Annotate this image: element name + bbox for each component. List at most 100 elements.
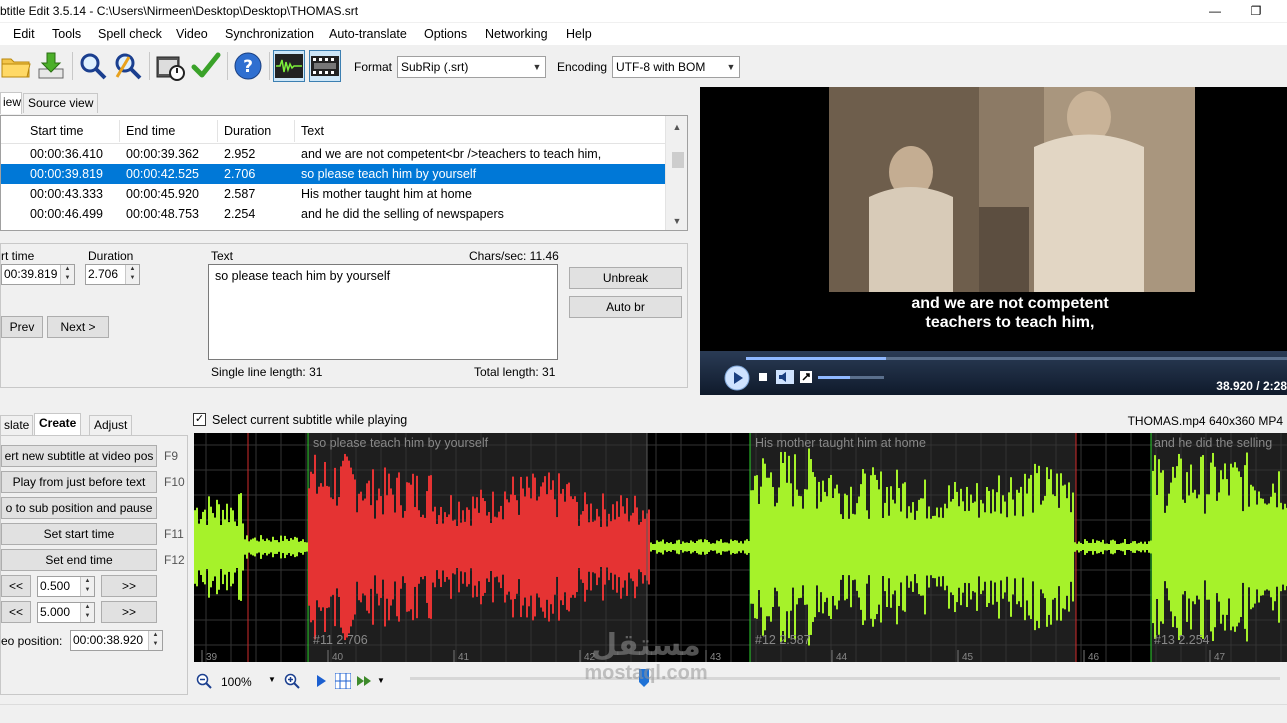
subtitle-text-editor[interactable]: so please teach him by yourself bbox=[208, 264, 558, 360]
spell-check-icon[interactable] bbox=[190, 50, 222, 82]
spin-arrows-icon[interactable]: ▲ ▼ bbox=[125, 265, 139, 284]
step-back-button[interactable]: << bbox=[1, 575, 31, 597]
svg-text:?: ? bbox=[243, 57, 253, 77]
step-large-input[interactable]: 5.000 ▲ ▼ bbox=[37, 602, 95, 623]
visual-sync-icon[interactable] bbox=[154, 50, 186, 82]
video-frame bbox=[829, 87, 1195, 292]
column-end-time[interactable]: End time bbox=[126, 124, 175, 138]
video-time: 38.920 / 2:28 bbox=[1216, 379, 1287, 393]
scroll-thumb[interactable] bbox=[672, 152, 684, 168]
scroll-up-icon[interactable]: ▲ bbox=[666, 122, 687, 132]
checkbox-checked-icon[interactable]: ✓ bbox=[193, 413, 206, 426]
menu-help[interactable]: Help bbox=[566, 27, 592, 41]
status-bar bbox=[0, 704, 1287, 723]
tick-label: 41 bbox=[458, 652, 470, 662]
waveform-canvas[interactable]: so please teach him by yourself His moth… bbox=[194, 433, 1287, 662]
chevron-down-icon: ▼ bbox=[532, 62, 542, 72]
zoom-out-icon[interactable] bbox=[196, 673, 212, 689]
menu-synchronization[interactable]: Synchronization bbox=[225, 27, 314, 41]
video-position-input[interactable]: 00:00:38.920 ▲ ▼ bbox=[70, 630, 163, 651]
step-back-large-button[interactable]: << bbox=[1, 601, 31, 623]
prev-button[interactable]: Prev bbox=[1, 316, 43, 338]
table-row-selected[interactable]: 00:00:39.819 00:00:42.525 2.706 so pleas… bbox=[1, 164, 665, 184]
tab-translate[interactable]: slate bbox=[0, 415, 34, 435]
menu-edit[interactable]: Edit bbox=[13, 27, 35, 41]
menu-options[interactable]: Options bbox=[424, 27, 467, 41]
start-time-label: rt time bbox=[1, 249, 35, 263]
tab-create[interactable]: Create bbox=[34, 413, 82, 435]
tab-list-view[interactable]: iew bbox=[0, 92, 22, 114]
play-before-text-button[interactable]: Play from just before text bbox=[1, 471, 157, 493]
menu-auto-translate[interactable]: Auto-translate bbox=[329, 27, 407, 41]
video-progress-track[interactable] bbox=[746, 357, 1287, 360]
spin-arrows-icon[interactable]: ▲ ▼ bbox=[80, 603, 94, 622]
menu-networking[interactable]: Networking bbox=[485, 27, 548, 41]
download-icon[interactable] bbox=[35, 50, 67, 82]
tab-source-view[interactable]: Source view bbox=[23, 93, 99, 113]
step-small-input[interactable]: 0.500 ▲ ▼ bbox=[37, 576, 95, 597]
step-forward-large-button[interactable]: >> bbox=[101, 601, 157, 623]
chevron-down-icon[interactable]: ▼ bbox=[377, 676, 385, 685]
minimize-button[interactable]: — bbox=[1203, 2, 1227, 20]
play-icon[interactable] bbox=[724, 365, 750, 391]
spin-arrows-icon[interactable]: ▲ ▼ bbox=[60, 265, 74, 284]
video-player-icon[interactable] bbox=[309, 50, 341, 82]
replace-icon[interactable] bbox=[112, 50, 144, 82]
set-end-time-button[interactable]: Set end time bbox=[1, 549, 157, 571]
duration-label: Duration bbox=[88, 249, 134, 263]
fullscreen-icon[interactable] bbox=[800, 371, 812, 383]
waveform-icon[interactable] bbox=[273, 50, 305, 82]
duration-input[interactable]: 2.706 ▲ ▼ bbox=[85, 264, 140, 285]
restore-button[interactable]: ❐ bbox=[1244, 2, 1268, 20]
table-row[interactable]: 00:00:46.499 00:00:48.753 2.254 and he d… bbox=[1, 204, 665, 224]
encoding-label: Encoding bbox=[557, 60, 608, 74]
encoding-select[interactable]: UTF-8 with BOM ▼ bbox=[612, 56, 740, 78]
waveform-position-slider[interactable] bbox=[410, 677, 1280, 680]
find-icon[interactable] bbox=[77, 50, 109, 82]
menu-tools[interactable]: Tools bbox=[52, 27, 81, 41]
column-start-time[interactable]: Start time bbox=[30, 124, 84, 138]
table-row[interactable]: 00:00:36.410 00:00:39.362 2.952 and we a… bbox=[1, 144, 665, 164]
scroll-down-icon[interactable]: ▼ bbox=[666, 216, 687, 226]
format-select[interactable]: SubRip (.srt) ▼ bbox=[397, 56, 546, 78]
volume-icon[interactable] bbox=[776, 370, 794, 384]
table-row[interactable]: 00:00:43.333 00:00:45.920 2.587 His moth… bbox=[1, 184, 665, 204]
menu-spell-check[interactable]: Spell check bbox=[98, 27, 162, 41]
menu-video[interactable]: Video bbox=[176, 27, 208, 41]
insert-new-subtitle-button[interactable]: ert new subtitle at video pos bbox=[1, 445, 157, 467]
watermark-latin: mostaql.com bbox=[584, 662, 708, 684]
tick-label: 46 bbox=[1088, 652, 1100, 662]
unbreak-button[interactable]: Unbreak bbox=[569, 267, 682, 289]
toggle-spectrogram-icon[interactable] bbox=[335, 673, 351, 689]
next-button[interactable]: Next > bbox=[47, 316, 109, 338]
stop-icon[interactable] bbox=[759, 373, 767, 381]
grid-scrollbar[interactable]: ▲ ▼ bbox=[665, 116, 687, 230]
video-player[interactable]: and we are not competent teachers to tea… bbox=[700, 87, 1287, 395]
single-line-length: Single line length: 31 bbox=[211, 365, 323, 379]
waveform-number: #13 2.254 bbox=[1154, 633, 1210, 647]
waveform-label: so please teach him by yourself bbox=[313, 436, 489, 450]
zoom-select[interactable]: 100% bbox=[221, 675, 252, 689]
auto-scroll-icon[interactable] bbox=[356, 674, 374, 688]
column-text[interactable]: Text bbox=[301, 124, 324, 138]
help-icon[interactable]: ? bbox=[232, 50, 264, 82]
tick-label: 39 bbox=[206, 652, 218, 662]
play-selection-icon[interactable] bbox=[315, 674, 327, 688]
start-time-input[interactable]: 00:39.819 ▲ ▼ bbox=[1, 264, 75, 285]
spin-arrows-icon[interactable]: ▲ ▼ bbox=[148, 631, 162, 650]
step-forward-button[interactable]: >> bbox=[101, 575, 157, 597]
volume-slider[interactable] bbox=[818, 376, 884, 379]
zoom-in-icon[interactable] bbox=[284, 673, 300, 689]
set-start-time-button[interactable]: Set start time bbox=[1, 523, 157, 545]
format-value: SubRip (.srt) bbox=[401, 60, 469, 74]
audio-waveform[interactable]: so please teach him by yourself His moth… bbox=[194, 433, 1287, 662]
chevron-down-icon[interactable]: ▼ bbox=[268, 675, 276, 684]
goto-sub-position-button[interactable]: o to sub position and pause bbox=[1, 497, 157, 519]
auto-br-button[interactable]: Auto br bbox=[569, 296, 682, 318]
open-folder-icon[interactable] bbox=[0, 50, 32, 82]
tick-label: 40 bbox=[332, 652, 344, 662]
spin-arrows-icon[interactable]: ▲ ▼ bbox=[80, 577, 94, 596]
column-duration[interactable]: Duration bbox=[224, 124, 271, 138]
tick-label: 47 bbox=[1214, 652, 1226, 662]
tab-adjust[interactable]: Adjust bbox=[89, 415, 133, 435]
